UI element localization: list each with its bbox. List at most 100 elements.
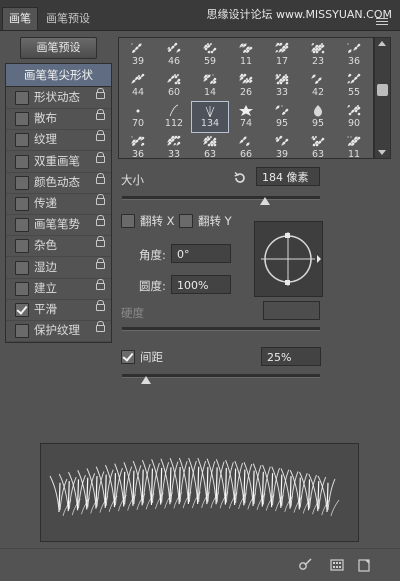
brush-tip-thumbnail xyxy=(167,74,181,85)
angle-roundness-widget[interactable] xyxy=(254,221,323,297)
brush-tip-cell[interactable]: 36 xyxy=(120,133,156,158)
roundness-field[interactable]: 100% xyxy=(171,275,231,294)
brush-tip-thumbnail xyxy=(311,74,322,84)
lock-icon[interactable] xyxy=(96,88,105,99)
brush-tip-thumbnail xyxy=(136,109,140,113)
brush-tip-cell[interactable]: 90 xyxy=(336,102,372,132)
brush-tip-cell[interactable]: 63 xyxy=(300,133,336,158)
size-field[interactable]: 184 像素 xyxy=(256,167,320,186)
brush-size-number: 66 xyxy=(239,149,253,159)
option-checkbox[interactable] xyxy=(15,218,29,233)
lock-icon[interactable] xyxy=(96,172,105,184)
brush-tip-cell[interactable]: 11 xyxy=(336,133,372,158)
brush-tip-cell[interactable]: 23 xyxy=(300,40,336,70)
option-checkbox[interactable] xyxy=(15,239,29,254)
toggle-live-tip-preview-icon[interactable] xyxy=(297,557,313,573)
brush-grid-icon[interactable] xyxy=(329,557,345,573)
option-checkbox[interactable] xyxy=(15,154,29,169)
size-slider-track[interactable] xyxy=(122,196,320,200)
option-row[interactable]: 颜色动态 xyxy=(6,172,111,194)
tab-brush[interactable]: 画笔 xyxy=(2,7,38,30)
brush-tip-cell[interactable]: 55 xyxy=(336,71,372,101)
flip-x-checkbox[interactable] xyxy=(121,214,135,228)
brush-tip-cell[interactable]: 33 xyxy=(264,71,300,101)
option-checkbox[interactable] xyxy=(15,324,29,339)
lock-icon[interactable] xyxy=(96,194,105,205)
scroll-up-arrow-icon[interactable] xyxy=(378,41,386,46)
panel-menu-icon[interactable] xyxy=(376,18,388,26)
option-checkbox[interactable] xyxy=(15,197,29,211)
option-row[interactable]: 纹理 xyxy=(6,129,111,152)
brush-tip-cell[interactable]: 95 xyxy=(264,102,300,132)
option-row[interactable]: 杂色 xyxy=(6,235,111,258)
option-row[interactable]: 双重画笔 xyxy=(6,151,111,173)
brush-tip-cell[interactable]: 39 xyxy=(120,40,156,70)
lock-icon[interactable] xyxy=(96,109,105,121)
option-checkbox[interactable] xyxy=(15,281,29,296)
size-slider-knob[interactable] xyxy=(259,197,270,205)
option-row[interactable]: 湿边 xyxy=(6,257,111,279)
option-row[interactable]: 建立 xyxy=(6,278,111,300)
brush-tip-cell[interactable]: 46 xyxy=(156,40,192,70)
lock-icon[interactable] xyxy=(96,257,105,269)
brush-tip-cell[interactable]: 14 xyxy=(192,71,228,101)
brush-tip-cell[interactable]: 70 xyxy=(120,102,156,132)
brush-tip-cell[interactable]: 33 xyxy=(156,133,192,158)
spacing-checkbox[interactable] xyxy=(121,350,135,364)
brush-presets-button[interactable]: 画笔预设 xyxy=(20,37,97,59)
brush-tip-cell[interactable]: 112 xyxy=(156,102,192,132)
option-row[interactable]: 画笔笔势 xyxy=(6,214,111,237)
scroll-thumb[interactable] xyxy=(377,84,388,96)
option-checkbox[interactable] xyxy=(15,175,29,190)
brush-tip-cell[interactable]: 26 xyxy=(228,71,264,101)
brush-tip-cell[interactable]: 74 xyxy=(228,102,264,132)
angle-field[interactable]: 0° xyxy=(171,244,231,263)
tab-brush-presets[interactable]: 画笔预设 xyxy=(40,8,96,30)
brush-grid-scrollbar[interactable] xyxy=(374,37,391,159)
brush-tip-cell[interactable]: 17 xyxy=(264,40,300,70)
reset-size-icon[interactable] xyxy=(233,171,247,185)
brush-tip-cell[interactable]: 36 xyxy=(336,40,372,70)
brush-tip-cell[interactable]: 42 xyxy=(300,71,336,101)
option-checkbox[interactable] xyxy=(15,133,29,148)
brush-tip-thumbnail xyxy=(347,136,361,146)
brush-tip-cell[interactable]: 60 xyxy=(156,71,192,101)
create-new-brush-icon[interactable] xyxy=(356,557,372,573)
brush-tip-thumbnail xyxy=(239,43,253,53)
brush-tip-cell[interactable]: 11 xyxy=(228,40,264,70)
lock-icon[interactable] xyxy=(96,236,105,248)
lock-icon[interactable] xyxy=(96,151,105,163)
brush-size-number: 11 xyxy=(239,56,253,67)
flip-y-checkbox[interactable] xyxy=(179,214,193,228)
brush-tip-cell[interactable]: 63 xyxy=(192,133,228,158)
lock-icon[interactable] xyxy=(96,300,105,311)
brush-tip-thumbnail xyxy=(275,135,289,146)
brush-tip-cell[interactable]: 95 xyxy=(300,102,336,132)
option-checkbox[interactable] xyxy=(15,303,29,317)
brush-tip-cell[interactable]: 59 xyxy=(192,40,228,70)
option-row[interactable]: 保护纹理 xyxy=(6,320,111,343)
lock-icon[interactable] xyxy=(96,130,105,142)
option-checkbox[interactable] xyxy=(15,112,29,127)
brush-tip-cell[interactable]: 134 xyxy=(191,101,229,133)
brush-tip-cell[interactable]: 39 xyxy=(264,133,300,158)
scroll-down-arrow-icon[interactable] xyxy=(378,150,386,155)
brush-tip-thumbnail xyxy=(205,106,215,117)
option-brush-tip-shape[interactable]: 画笔笔尖形状 xyxy=(6,64,111,87)
brush-tip-thumbnail xyxy=(275,105,289,115)
option-checkbox[interactable] xyxy=(15,91,29,105)
option-row[interactable]: 平滑 xyxy=(6,299,111,321)
option-row[interactable]: 传递 xyxy=(6,193,111,215)
spacing-slider-track[interactable] xyxy=(122,374,320,378)
option-row[interactable]: 散布 xyxy=(6,108,111,131)
brush-tip-cell[interactable]: 66 xyxy=(228,133,264,159)
lock-icon[interactable] xyxy=(96,321,105,333)
option-label: 颜色动态 xyxy=(34,174,80,189)
option-checkbox[interactable] xyxy=(15,260,29,275)
lock-icon[interactable] xyxy=(96,215,105,227)
spacing-field[interactable]: 25% xyxy=(261,347,321,366)
option-row[interactable]: 形状动态 xyxy=(6,87,111,109)
lock-icon[interactable] xyxy=(96,278,105,290)
spacing-slider-knob[interactable] xyxy=(140,376,151,384)
brush-tip-cell[interactable]: 44 xyxy=(120,71,156,101)
